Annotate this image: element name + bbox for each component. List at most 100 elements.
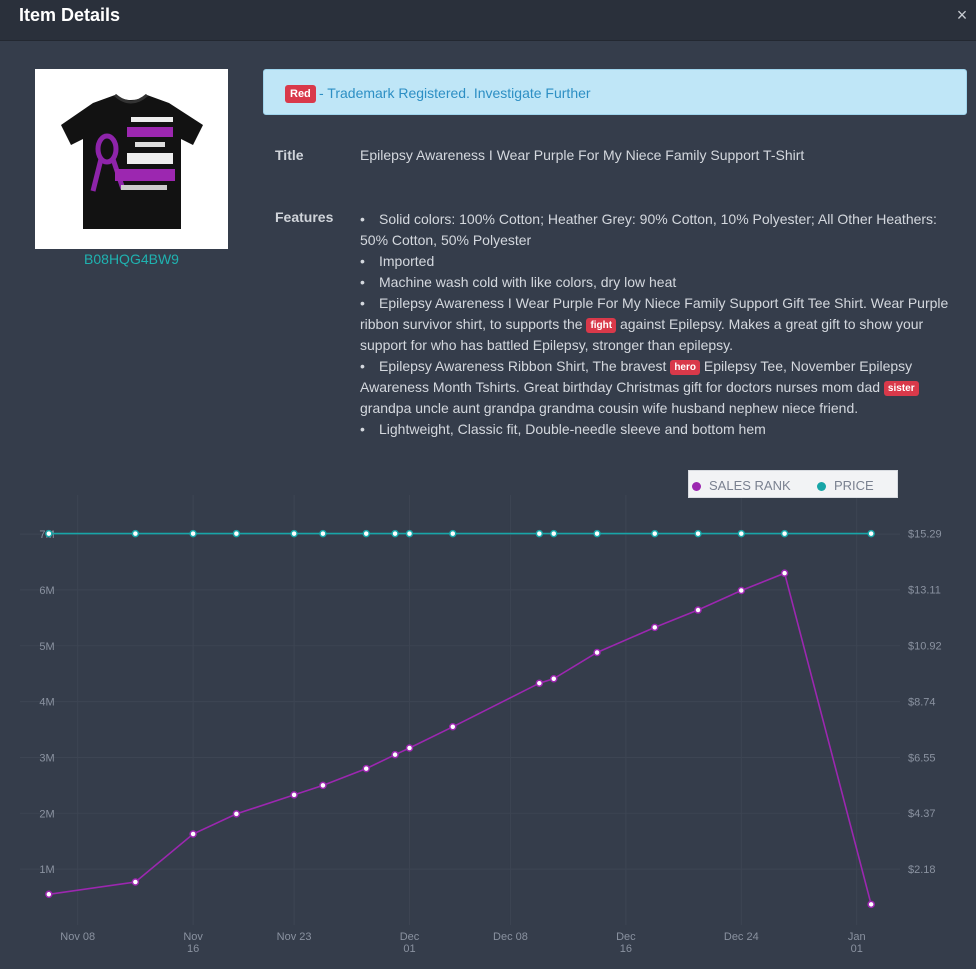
sales-rank-point	[593, 648, 601, 657]
price-point	[449, 529, 457, 538]
sales-rank-point	[45, 890, 53, 899]
sales-rank-point	[780, 569, 789, 577]
price-point	[593, 529, 601, 538]
price-point	[535, 529, 544, 538]
x-tick-label: Nov	[183, 931, 203, 943]
sales-rank-point	[232, 810, 241, 818]
chart-legend: SALES RANK PRICE	[688, 470, 898, 498]
feature-text: Lightweight, Classic fit, Double-needle …	[379, 421, 766, 437]
product-image	[35, 69, 228, 249]
sales-rank-point	[694, 606, 702, 614]
x-tick-label: Nov 23	[277, 931, 312, 943]
price-point	[651, 529, 659, 538]
legend-sales-rank[interactable]: SALES RANK	[692, 478, 791, 493]
price-point	[45, 529, 53, 538]
feature-item: • Solid colors: 100% Cotton; Heather Grey…	[360, 209, 960, 251]
bullet-icon: •	[360, 421, 365, 437]
sales-rank-point	[189, 830, 197, 838]
sales-rank-point	[550, 674, 558, 683]
sales-rank-point	[405, 744, 414, 752]
x-tick-label: 01	[403, 943, 415, 955]
feature-text: Solid colors: 100% Cotton; Heather Grey:…	[360, 211, 937, 248]
sales-rank-point	[737, 586, 746, 595]
tshirt-image	[61, 93, 203, 229]
bullet-icon: •	[360, 253, 365, 269]
bullet-icon: •	[360, 274, 365, 290]
price-dot-icon	[817, 482, 826, 491]
price-point	[780, 529, 789, 538]
trademark-alert: Red - Trademark Registered. Investigate …	[263, 69, 967, 115]
y-right-tick-label: $15.29	[908, 529, 942, 541]
feature-item: • Machine wash cold with like colors, dry…	[360, 272, 960, 293]
x-tick-label: Jan	[848, 931, 866, 943]
sales-rank-point	[391, 750, 399, 759]
bullet-icon: •	[360, 211, 365, 227]
price-point	[362, 529, 370, 538]
y-right-tick-label: $10.92	[908, 641, 942, 653]
sales-rank-point	[362, 764, 370, 773]
price-point	[737, 529, 746, 538]
x-tick-label: Dec	[400, 931, 420, 943]
price-point	[232, 529, 241, 538]
bullet-icon: •	[360, 358, 365, 374]
x-tick-label: 01	[851, 943, 863, 955]
y-right-tick-label: $13.11	[908, 584, 941, 596]
y-left-tick-label: 1M	[39, 864, 54, 876]
feature-text: grandpa uncle aunt grandpa grandma cousi…	[360, 400, 859, 416]
x-tick-label: 16	[620, 943, 632, 955]
sales-rank-line	[48, 572, 872, 905]
price-point	[189, 529, 197, 538]
title-label: Title	[275, 147, 304, 163]
sales-rank-point	[535, 679, 544, 687]
y-left-tick-label: 3M	[39, 752, 54, 764]
asin-link[interactable]: B08HQG4BW9	[35, 251, 228, 267]
legend-sales-rank-label: SALES RANK	[709, 478, 791, 493]
alert-message: - Trademark Registered. Investigate Furt…	[319, 85, 591, 101]
legend-price[interactable]: PRICE	[817, 478, 874, 493]
features-label: Features	[275, 209, 334, 225]
price-point	[319, 529, 327, 538]
title-value: Epilepsy Awareness I Wear Purple For My …	[360, 147, 805, 163]
sales-rank-point	[131, 878, 140, 886]
feature-text: Imported	[379, 253, 435, 269]
bullet-icon: •	[360, 295, 365, 311]
y-left-tick-label: 4M	[39, 697, 54, 709]
sales-rank-point	[449, 723, 457, 731]
keyword-tag: sister	[883, 381, 919, 396]
y-right-tick-label: $2.18	[908, 864, 936, 876]
feature-item: • Epilepsy Awareness Ribbon Shirt, The br…	[360, 356, 960, 419]
keyword-tag: hero	[670, 360, 700, 375]
features-list: • Solid colors: 100% Cotton; Heather Grey…	[360, 209, 960, 440]
feature-text: Epilepsy Awareness Ribbon Shirt, The bra…	[379, 358, 671, 374]
feature-item: • Imported	[360, 251, 960, 272]
sales-rank-point	[319, 781, 327, 790]
y-right-tick-label: $6.55	[908, 752, 936, 764]
x-tick-label: 16	[187, 943, 199, 955]
feature-text: Machine wash cold with like colors, dry …	[379, 274, 677, 290]
x-tick-label: Dec	[616, 931, 636, 943]
legend-price-label: PRICE	[834, 478, 874, 493]
feature-item: • Epilepsy Awareness I Wear Purple For My…	[360, 293, 960, 356]
price-point	[694, 529, 702, 538]
sales-rank-dot-icon	[692, 482, 701, 491]
y-right-tick-label: $8.74	[908, 696, 936, 708]
sales-rank-point	[651, 623, 659, 632]
keyword-tag: fight	[586, 318, 617, 333]
x-tick-label: Dec 08	[493, 931, 528, 943]
y-left-tick-label: 5M	[39, 641, 54, 653]
x-tick-label: Dec 24	[724, 931, 759, 943]
price-point	[391, 529, 399, 538]
sales-rank-point	[290, 791, 298, 799]
price-point	[131, 529, 140, 538]
price-point	[290, 529, 298, 538]
sales-rank-point	[867, 900, 875, 909]
y-left-tick-label: 2M	[39, 808, 54, 820]
y-right-tick-label: $4.37	[908, 808, 936, 820]
price-point	[405, 529, 414, 538]
price-point	[867, 529, 875, 538]
y-left-tick-label: 6M	[39, 585, 54, 597]
alert-badge-red: Red	[285, 85, 316, 103]
x-tick-label: Nov 08	[60, 931, 95, 943]
feature-item: • Lightweight, Classic fit, Double-needle…	[360, 419, 960, 440]
price-point	[550, 529, 558, 538]
